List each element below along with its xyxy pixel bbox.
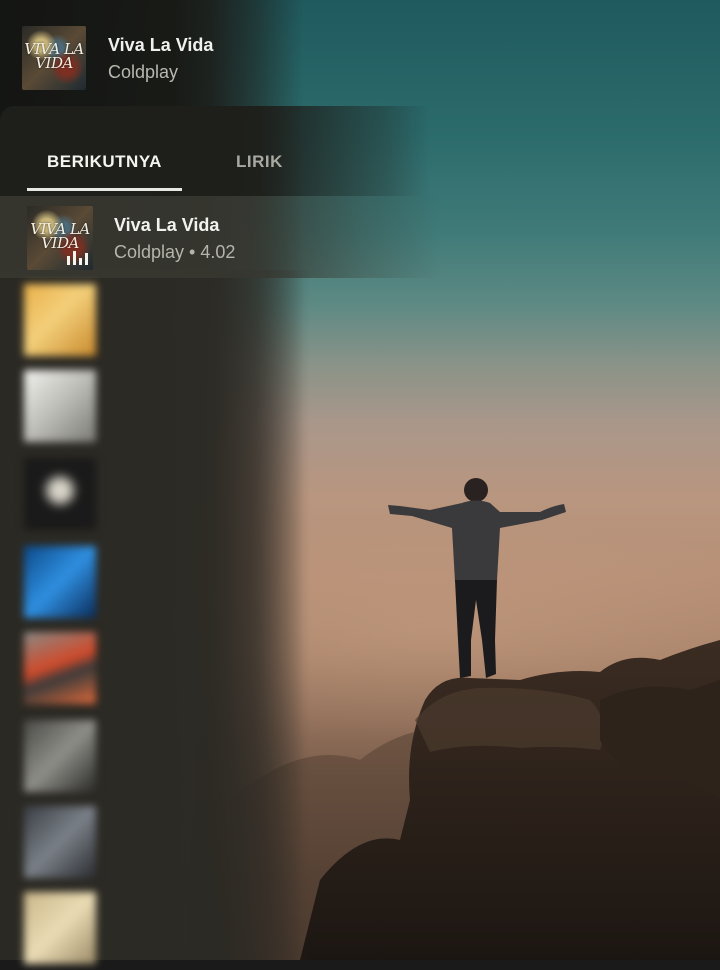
queue-thumbnail <box>24 284 96 356</box>
queue-thumbnail <box>24 370 96 442</box>
blurred-text <box>110 464 430 519</box>
now-playing-bars-icon <box>67 251 89 265</box>
list-item[interactable] <box>0 282 460 362</box>
list-item[interactable] <box>0 456 460 536</box>
list-item[interactable] <box>0 890 460 970</box>
list-item[interactable] <box>0 804 460 884</box>
queue-current-row[interactable]: VIVA LA VIDA Viva La Vida Coldplay • 4.0… <box>0 196 440 278</box>
tab-lyrics[interactable]: LIRIK <box>236 152 283 172</box>
blurred-text <box>110 726 430 781</box>
blurred-text <box>110 552 430 607</box>
blurred-text <box>110 812 430 867</box>
queue-album-cover: VIVA LA VIDA <box>27 206 93 270</box>
list-item[interactable] <box>0 630 460 710</box>
active-tab-indicator <box>27 188 182 191</box>
queue-thumbnail <box>24 458 96 530</box>
queue-list <box>0 280 460 964</box>
blurred-text <box>110 898 430 953</box>
now-playing-header[interactable]: VIVA LA VIDA Viva La Vida Coldplay <box>0 0 420 100</box>
blurred-text <box>110 376 430 431</box>
now-playing-title: Viva La Vida <box>108 35 214 55</box>
list-item[interactable] <box>0 368 460 448</box>
album-cover: VIVA LA VIDA <box>22 26 86 90</box>
blurred-text <box>110 290 430 345</box>
queue-album-cover-text: VIVA LA VIDA <box>30 220 90 252</box>
blurred-text <box>110 638 430 693</box>
queue-current-title: Viva La Vida <box>114 215 220 235</box>
list-item[interactable] <box>0 718 460 798</box>
tab-up-next[interactable]: BERIKUTNYA <box>47 152 162 172</box>
list-item[interactable] <box>0 544 460 624</box>
queue-thumbnail <box>24 546 96 618</box>
queue-current-subtitle: Coldplay • 4.02 <box>114 242 236 262</box>
queue-thumbnail <box>24 892 96 964</box>
queue-thumbnail <box>24 720 96 792</box>
queue-thumbnail <box>24 806 96 878</box>
album-cover-text: VIVA LA VIDA <box>24 40 84 72</box>
now-playing-artist: Coldplay <box>108 62 179 82</box>
tab-bar <box>0 106 430 196</box>
queue-thumbnail <box>24 632 96 704</box>
